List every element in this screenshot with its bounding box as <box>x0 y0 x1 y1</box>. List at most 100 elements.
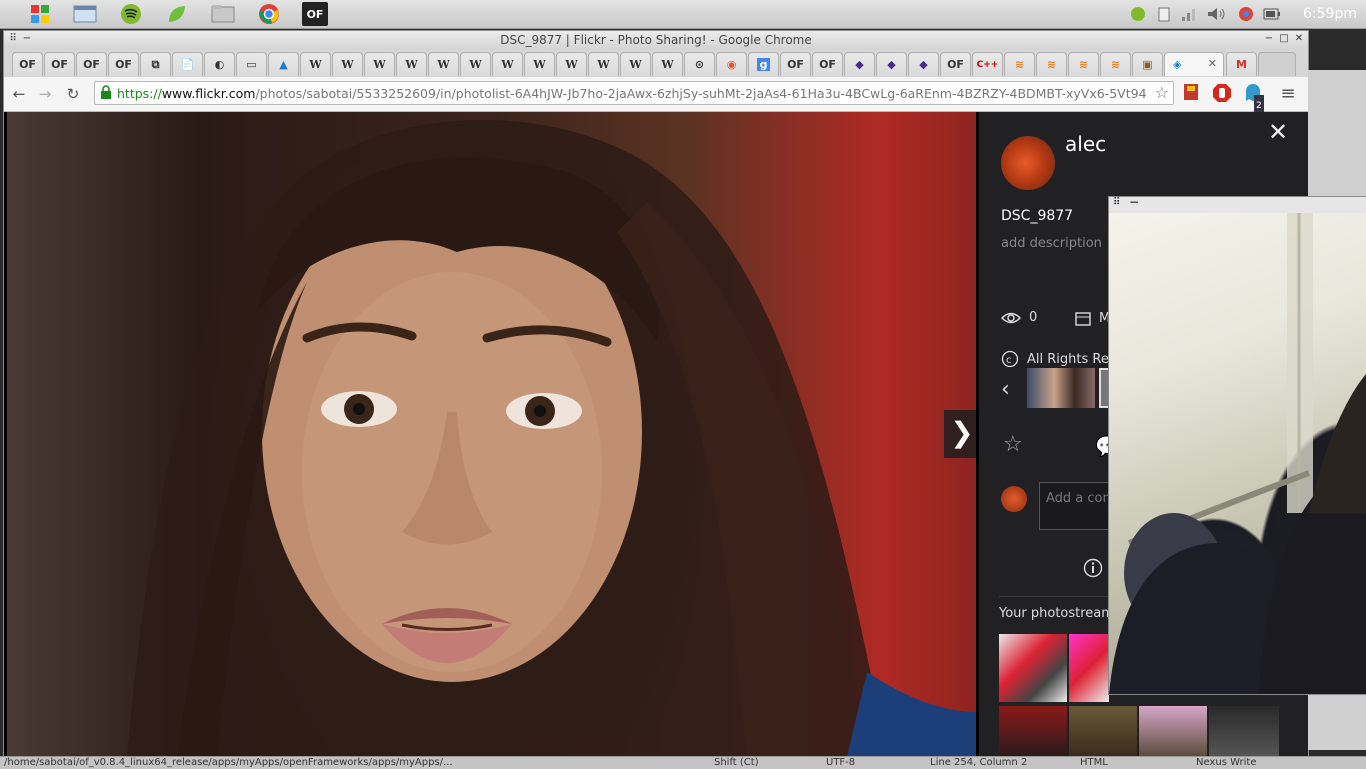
okcupid-icon[interactable]: OF <box>302 2 328 26</box>
tab[interactable]: W <box>652 52 683 76</box>
clock[interactable]: 6:59pm <box>1300 4 1360 24</box>
tab[interactable]: ▲ <box>268 52 299 76</box>
username[interactable]: alec <box>1065 132 1106 156</box>
tab-flickr-active[interactable]: ◈ ✕ <box>1164 52 1224 76</box>
tab[interactable]: W <box>332 52 363 76</box>
files-icon[interactable] <box>210 2 236 26</box>
tab[interactable]: ◆ <box>844 52 875 76</box>
new-tab-button[interactable] <box>1258 52 1296 76</box>
tab[interactable]: OF <box>940 52 971 76</box>
url-host: www.flickr.com <box>161 86 256 101</box>
tab[interactable]: ⊙ <box>684 52 715 76</box>
clipboard-icon[interactable] <box>1156 4 1172 24</box>
tab[interactable]: ◆ <box>876 52 907 76</box>
battery-icon[interactable] <box>1262 4 1282 24</box>
url-path: /photos/sabotai/5533252609/in/photolist-… <box>255 86 1147 101</box>
spotify-icon[interactable] <box>118 2 144 26</box>
ghostery-icon[interactable]: 2 <box>1242 83 1264 117</box>
tab[interactable]: M <box>1226 52 1257 76</box>
tab[interactable]: ⧉ <box>140 52 171 76</box>
close-lightbox-icon[interactable]: ✕ <box>1268 118 1288 146</box>
back-icon[interactable]: ← <box>8 83 30 105</box>
signal-icon[interactable] <box>1180 4 1198 24</box>
tab[interactable]: W <box>300 52 331 76</box>
tab[interactable]: ▣ <box>1132 52 1163 76</box>
info-icon[interactable] <box>1083 558 1103 582</box>
desktop-icon[interactable] <box>72 2 98 26</box>
spotify-tray-icon[interactable] <box>1128 4 1148 24</box>
tab-strip: OF OF OF OF ⧉ 📄 ◐ ▭ ▲ W W W W W W W W W … <box>4 49 1308 77</box>
tab[interactable]: OF <box>108 52 139 76</box>
tab[interactable]: W <box>524 52 555 76</box>
tab[interactable]: W <box>556 52 587 76</box>
photostream-thumbnail[interactable] <box>1069 706 1137 757</box>
license-stat[interactable]: c All Rights Res <box>1001 350 1116 368</box>
bookmark-extension-icon[interactable] <box>1180 83 1202 105</box>
tab[interactable]: ▭ <box>236 52 267 76</box>
context-thumbnail[interactable] <box>1027 368 1095 408</box>
photostream-title[interactable]: Your photostream <box>999 606 1114 621</box>
tab[interactable]: ◉ <box>716 52 747 76</box>
tab[interactable]: W <box>492 52 523 76</box>
close-tab-icon[interactable]: ✕ <box>1208 57 1217 70</box>
adblock-icon[interactable] <box>1211 83 1233 105</box>
close-window-icon[interactable]: ✕ <box>1292 31 1306 47</box>
tab[interactable]: OF <box>780 52 811 76</box>
bookmark-star-icon[interactable]: ☆ <box>1155 83 1169 102</box>
tab[interactable]: ◆ <box>908 52 939 76</box>
window-shade-icon[interactable]: − <box>1129 197 1139 209</box>
title-bar[interactable]: ⠿ − DSC_9877 | Flickr - Photo Sharing! -… <box>4 31 1308 49</box>
address-bar[interactable]: https://www.flickr.com/photos/sabotai/55… <box>94 81 1174 105</box>
tab[interactable]: OF <box>76 52 107 76</box>
tab[interactable]: OF <box>812 52 843 76</box>
leaf-app-icon[interactable] <box>164 2 190 26</box>
photostream-thumbnail[interactable] <box>1209 706 1279 757</box>
tab[interactable]: W <box>588 52 619 76</box>
tab[interactable]: OF <box>44 52 75 76</box>
chrome-icon[interactable] <box>256 2 282 26</box>
tab[interactable]: ≋ <box>1068 52 1099 76</box>
wikipedia-icon: W <box>501 58 514 71</box>
webcam-titlebar[interactable]: ⠿ − <box>1109 197 1366 213</box>
tab[interactable]: W <box>620 52 651 76</box>
tab[interactable]: ≋ <box>1004 52 1035 76</box>
tab[interactable]: W <box>364 52 395 76</box>
webcam-window[interactable]: ⠿ − <box>1108 196 1366 695</box>
prev-context-icon[interactable]: ‹ <box>1001 377 1010 402</box>
add-description-link[interactable]: add description <box>1001 236 1102 251</box>
tab[interactable]: ≋ <box>1036 52 1067 76</box>
lock-icon <box>100 85 112 104</box>
wikipedia-icon: W <box>629 58 642 71</box>
next-photo-arrow[interactable]: ❯ <box>944 410 976 458</box>
portrait-image <box>127 120 976 757</box>
favorite-star-icon[interactable]: ☆ <box>1003 432 1023 457</box>
tab[interactable]: W <box>396 52 427 76</box>
main-photo[interactable]: ❯ <box>7 112 976 757</box>
commenter-avatar <box>1001 486 1027 512</box>
photostream-thumbnail[interactable] <box>999 634 1067 702</box>
reload-icon[interactable]: ↻ <box>62 83 84 105</box>
tab[interactable]: ≋ <box>1100 52 1131 76</box>
minimize-icon[interactable]: − <box>1262 31 1276 47</box>
chrome-tray-icon[interactable] <box>1236 4 1256 24</box>
photostream-thumbnail[interactable] <box>1069 634 1109 702</box>
wikipedia-icon: W <box>341 58 354 71</box>
photo-title[interactable]: DSC_9877 <box>1001 208 1073 224</box>
tab[interactable]: W <box>428 52 459 76</box>
tab[interactable]: g <box>748 52 779 76</box>
forward-icon[interactable]: → <box>34 83 56 105</box>
tab[interactable]: ◐ <box>204 52 235 76</box>
avatar[interactable] <box>1001 136 1055 190</box>
apps-menu-icon[interactable] <box>27 2 53 26</box>
photostream-thumbnail[interactable] <box>999 706 1067 757</box>
tab[interactable]: 📄 <box>172 52 203 76</box>
tab[interactable]: C++ <box>972 52 1003 76</box>
volume-icon[interactable] <box>1206 4 1228 24</box>
webcam-image <box>1109 213 1366 694</box>
photostream-thumbnail[interactable] <box>1139 706 1207 757</box>
maximize-icon[interactable]: □ <box>1277 31 1291 47</box>
window-menu-icon[interactable]: ⠿ <box>1113 197 1120 208</box>
tab[interactable]: W <box>460 52 491 76</box>
chrome-menu-icon[interactable]: ≡ <box>1277 83 1299 105</box>
tab[interactable]: OF <box>12 52 43 76</box>
